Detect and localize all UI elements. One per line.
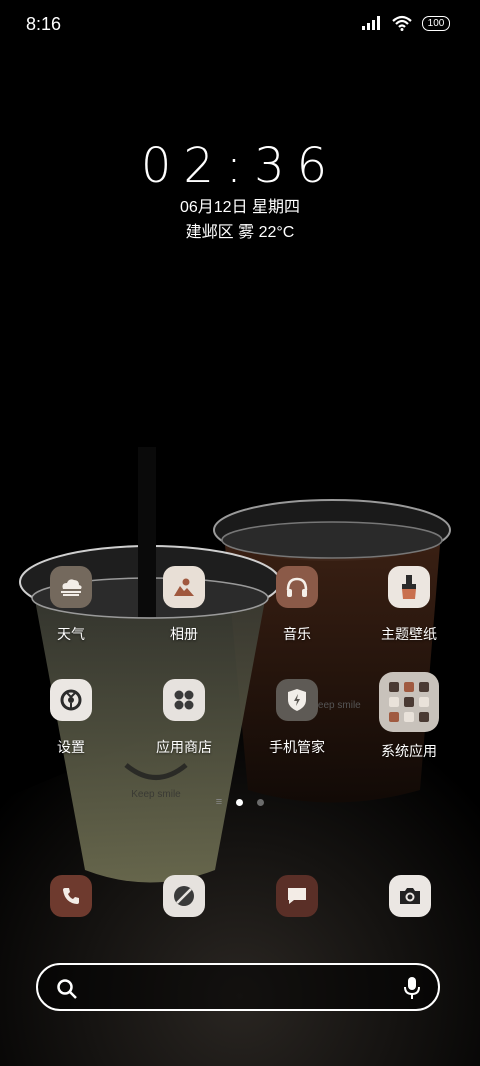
microphone-icon[interactable]: [402, 976, 422, 1005]
search-icon: [56, 978, 78, 1005]
page-menu-icon: ≡: [215, 796, 223, 808]
dock: [0, 875, 480, 917]
gallery-icon: [163, 566, 205, 608]
app-system-folder[interactable]: 系统应用: [359, 672, 459, 761]
app-security[interactable]: 手机管家: [247, 679, 347, 757]
security-icon: [276, 679, 318, 721]
page-indicator[interactable]: ≡: [0, 796, 480, 808]
browser-icon[interactable]: [163, 875, 205, 917]
app-music[interactable]: 音乐: [247, 566, 347, 644]
app-label: 天气: [57, 626, 85, 642]
camera-icon[interactable]: [389, 875, 431, 917]
app-label: 手机管家: [269, 739, 325, 755]
app-label: 相册: [170, 626, 198, 642]
themes-icon: [388, 566, 430, 608]
status-time: 8:16: [26, 14, 62, 34]
system-apps-folder-icon: [379, 672, 439, 732]
battery-icon: 100: [422, 15, 450, 31]
app-settings[interactable]: 设置: [21, 679, 121, 757]
music-icon: [276, 566, 318, 608]
status-bar: 8:16 100: [0, 0, 480, 50]
clock-widget-time[interactable]: 02:36: [0, 138, 480, 194]
messages-icon[interactable]: [276, 875, 318, 917]
clock-widget-weather: 建邺区 雾 22°C: [185, 224, 295, 241]
page-dot: [257, 798, 265, 806]
app-label: 设置: [57, 739, 85, 755]
weather-icon: [50, 566, 92, 608]
clock-widget-date: 06月12日 星期四: [179, 199, 301, 216]
search-bar[interactable]: [36, 963, 440, 1011]
signal-icon: [362, 16, 380, 30]
app-label: 音乐: [283, 626, 311, 642]
app-store[interactable]: 应用商店: [134, 679, 234, 757]
app-gallery[interactable]: 相册: [134, 566, 234, 644]
app-store-icon: [163, 679, 205, 721]
app-weather[interactable]: 天气: [21, 566, 121, 644]
status-icons: 100: [362, 15, 450, 31]
wifi-icon: [392, 15, 412, 31]
app-themes[interactable]: 主题壁纸: [359, 566, 459, 644]
phone-icon[interactable]: [50, 875, 92, 917]
page-dot-active: [236, 798, 244, 806]
app-label: 系统应用: [381, 743, 437, 759]
settings-icon: [50, 679, 92, 721]
app-label: 主题壁纸: [381, 626, 437, 642]
app-label: 应用商店: [156, 739, 212, 755]
